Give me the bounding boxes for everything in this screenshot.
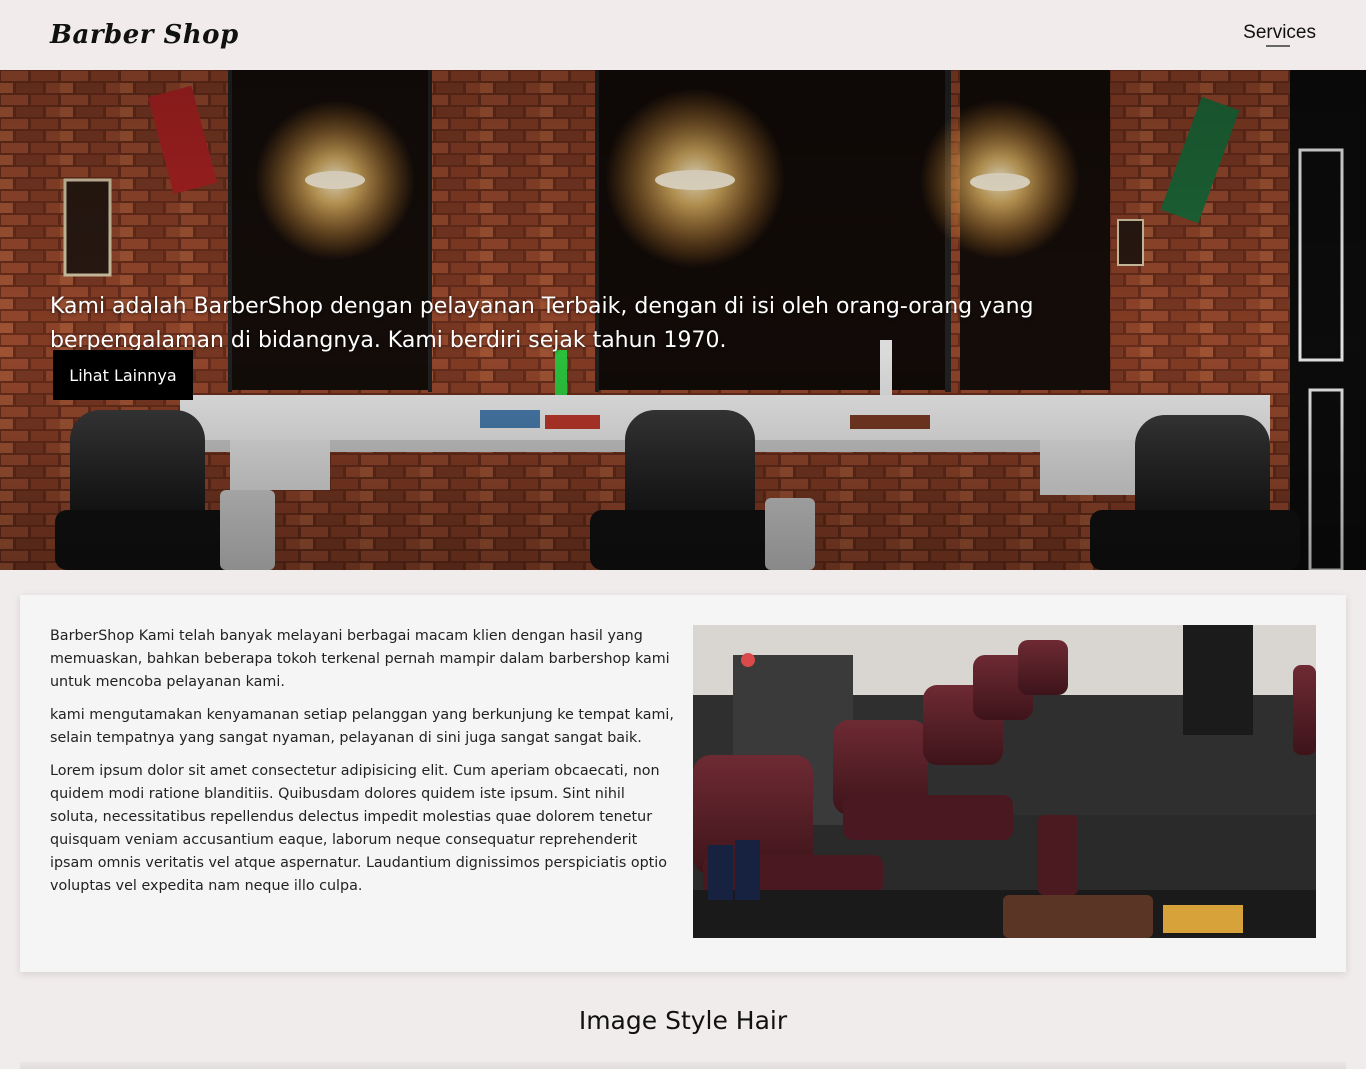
about-paragraph: BarberShop Kami telah banyak melayani be… [50,628,670,690]
about-card: BarberShop Kami telah banyak melayani be… [20,595,1346,972]
gallery-card-top-edge [20,1062,1346,1069]
about-paragraph: Lorem ipsum dolor sit amet consectetur a… [50,763,667,894]
hero-banner: Kami adalah BarberShop dengan pelayanan … [0,70,1366,570]
interior-photo [693,625,1316,938]
nav-active-underline [1266,45,1290,47]
see-more-button[interactable]: Lihat Lainnya [53,350,193,400]
barbershop-interior-image [693,625,1316,938]
brand-logo[interactable]: Barber Shop [50,20,239,50]
gallery-section-title: Image Style Hair [578,1006,788,1035]
about-text: BarberShop Kami telah banyak melayani be… [50,625,675,908]
nav-link-services[interactable]: Services [1243,22,1316,44]
about-paragraph: kami mengutamakan kenyamanan setiap pela… [50,707,674,746]
navbar: Barber Shop Services [0,0,1366,70]
hero-tagline: Kami adalah BarberShop dengan pelayanan … [50,294,1034,353]
